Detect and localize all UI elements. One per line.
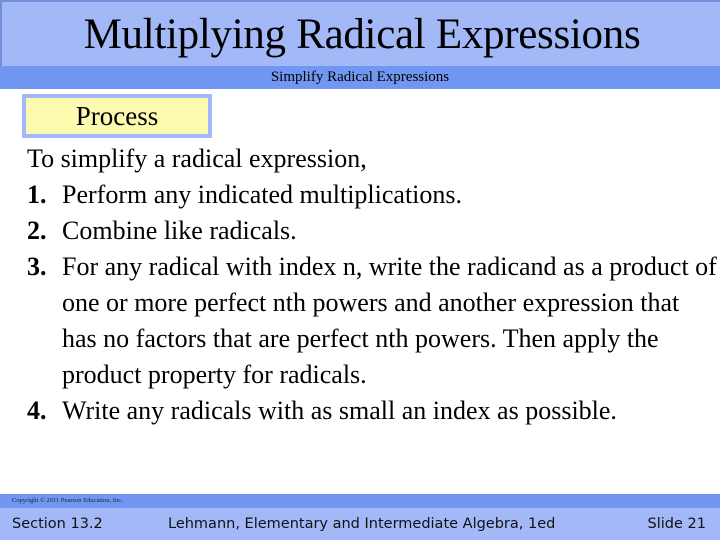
process-label-box: Process — [22, 94, 212, 138]
footer-book-title: Lehmann, Elementary and Intermediate Alg… — [168, 516, 556, 532]
list-item: 3. For any radical with index n, write t… — [27, 249, 717, 393]
step-text: For any radical with index n, write the … — [62, 252, 717, 389]
list-item: 4. Write any radicals with as small an i… — [27, 393, 717, 429]
slide-subtitle: Simplify Radical Expressions — [270, 69, 450, 85]
step-number: 3. — [27, 252, 47, 281]
slide-number: Slide 21 — [647, 516, 706, 532]
process-label: Process — [75, 101, 159, 131]
list-item: 2. Combine like radicals. — [27, 213, 717, 249]
step-text: Combine like radicals. — [62, 216, 297, 245]
step-text: Perform any indicated multiplications. — [62, 180, 463, 209]
step-number: 1. — [27, 180, 47, 209]
footer-strip: Copyright © 2011 Pearson Education, Inc. — [0, 494, 720, 508]
intro-text: To simplify a radical expression, — [27, 144, 367, 173]
slide-title: Multiplying Radical Expressions — [83, 11, 641, 58]
slide-body: To simplify a radical expression, 1. Per… — [27, 141, 717, 429]
step-text: Write any radicals with as small an inde… — [62, 396, 617, 425]
step-number: 2. — [27, 216, 47, 245]
copyright-text: Copyright © 2011 Pearson Education, Inc. — [12, 497, 123, 504]
title-band: Multiplying Radical Expressions — [0, 0, 720, 66]
footer-section: Section 13.2 — [12, 516, 103, 532]
subtitle-band: Simplify Radical Expressions — [0, 66, 720, 89]
list-item: 1. Perform any indicated multiplications… — [27, 177, 717, 213]
step-number: 4. — [27, 396, 47, 425]
footer-band: Section 13.2 Lehmann, Elementary and Int… — [0, 508, 720, 540]
